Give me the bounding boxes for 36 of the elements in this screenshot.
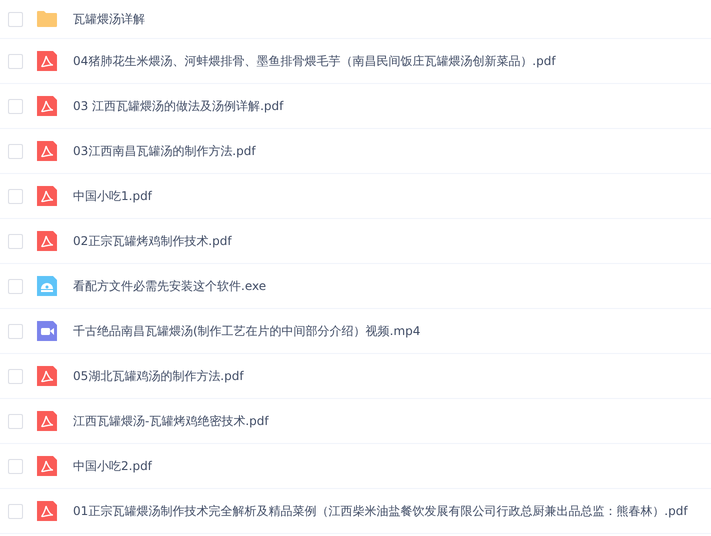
checkbox[interactable]	[8, 504, 23, 518]
pdf-file-icon	[36, 455, 58, 477]
file-name[interactable]: 千古绝品南昌瓦罐煨汤(制作工艺在片的中间部分介绍）视频.mp4	[73, 322, 420, 340]
file-name[interactable]: 01正宗瓦罐煨汤制作技术完全解析及精品菜例（江西柴米油盐餐饮发展有限公司行政总厨兼出品总监：熊春林）.pdf	[73, 502, 688, 520]
checkbox[interactable]	[8, 458, 23, 474]
checkbox[interactable]	[8, 278, 23, 294]
file-name[interactable]: 03 江西瓦罐煨汤的做法及汤例详解.pdf	[73, 98, 284, 114]
file-name[interactable]: 04猪肺花生米煨汤、河蚌煨排骨、墨鱼排骨煨毛芋（南昌民间饭庄瓦罐煨汤创新菜品）.pdf	[73, 52, 556, 70]
file-name[interactable]: 05湖北瓦罐鸡汤的制作方法.pdf	[73, 368, 244, 384]
checkbox[interactable]	[8, 98, 23, 114]
checkbox[interactable]	[8, 54, 23, 68]
checkbox[interactable]	[8, 12, 23, 26]
pdf-file-icon	[36, 230, 58, 252]
video-file-icon	[36, 320, 58, 342]
checkbox[interactable]	[8, 144, 23, 158]
checkbox[interactable]	[8, 368, 23, 384]
file-name[interactable]: 看配方文件必需先安装这个软件.exe	[73, 278, 266, 294]
pdf-file-icon	[36, 140, 58, 162]
checkbox[interactable]	[8, 324, 23, 338]
file-name[interactable]: 中国小吃1.pdf	[73, 188, 152, 204]
checkbox[interactable]	[8, 414, 23, 428]
pdf-file-icon	[36, 185, 58, 207]
file-name[interactable]: 瓦罐煨汤详解	[73, 10, 145, 28]
file-name[interactable]: 中国小吃2.pdf	[73, 458, 152, 474]
folder-icon	[36, 8, 58, 30]
file-name[interactable]: 02正宗瓦罐烤鸡制作技术.pdf	[73, 232, 232, 250]
pdf-file-icon	[36, 410, 58, 432]
setup-file-icon	[36, 275, 58, 297]
file-name[interactable]: 03江西南昌瓦罐汤的制作方法.pdf	[73, 142, 256, 160]
checkbox[interactable]	[8, 188, 23, 204]
pdf-file-icon	[36, 95, 58, 117]
file-name[interactable]: 江西瓦罐煨汤-瓦罐烤鸡绝密技术.pdf	[73, 412, 269, 430]
checkbox[interactable]	[8, 234, 23, 248]
pdf-file-icon	[36, 365, 58, 387]
pdf-file-icon	[36, 500, 58, 522]
pdf-file-icon	[36, 50, 58, 72]
